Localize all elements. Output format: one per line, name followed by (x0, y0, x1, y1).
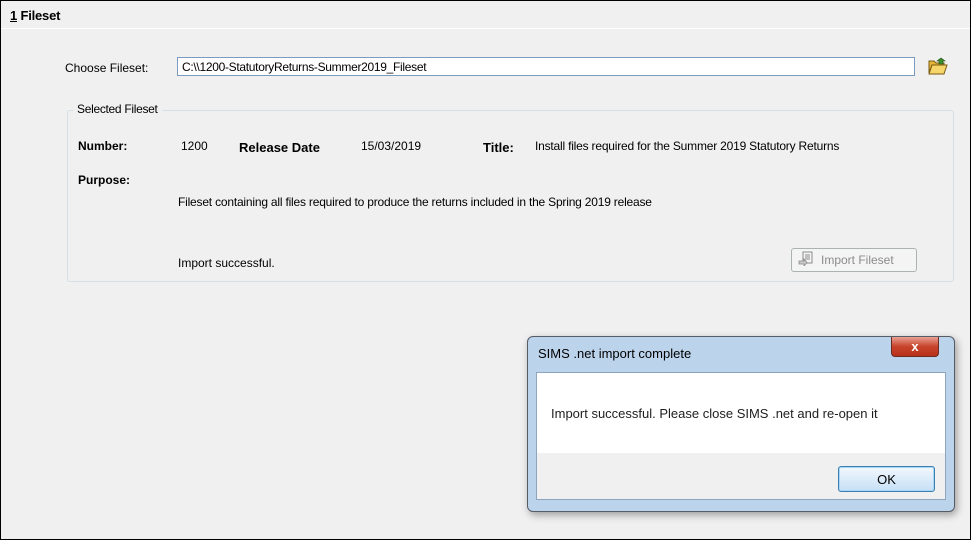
selected-fileset-title: Selected Fileset (73, 102, 162, 116)
choose-fileset-label: Choose Fileset: (65, 61, 149, 75)
number-label: Number: (78, 139, 128, 153)
dialog-body: Import successful. Please close SIMS .ne… (536, 372, 946, 454)
section-divider (1, 28, 970, 29)
dialog-close-button[interactable]: x (891, 337, 939, 357)
number-value: 1200 (181, 139, 208, 153)
import-fileset-icon (798, 251, 814, 269)
release-date-label: Release Date (239, 140, 320, 155)
release-date-value: 15/03/2019 (361, 139, 422, 153)
section-title: 1 Fileset (10, 8, 60, 23)
import-complete-dialog: SIMS .net import complete x Import succe… (527, 336, 955, 512)
dialog-title: SIMS .net import complete (538, 346, 692, 361)
close-icon: x (911, 339, 919, 354)
purpose-label: Purpose: (78, 173, 131, 187)
import-status-text: Import successful. (178, 256, 275, 270)
open-folder-icon[interactable] (927, 56, 949, 77)
dialog-message: Import successful. Please close SIMS .ne… (551, 406, 878, 421)
fileset-path-input[interactable] (177, 57, 915, 76)
title-value: Install files required for the Summer 20… (535, 139, 840, 153)
title-label: Title: (483, 140, 514, 155)
ok-button[interactable]: OK (838, 466, 935, 492)
section-number: 1 (10, 8, 18, 23)
import-fileset-button[interactable]: Import Fileset (791, 248, 917, 272)
section-title-text: Fileset (20, 8, 61, 23)
dialog-footer: OK (536, 453, 946, 500)
import-fileset-label: Import Fileset (821, 253, 894, 267)
purpose-value: Fileset containing all files required to… (178, 195, 652, 209)
